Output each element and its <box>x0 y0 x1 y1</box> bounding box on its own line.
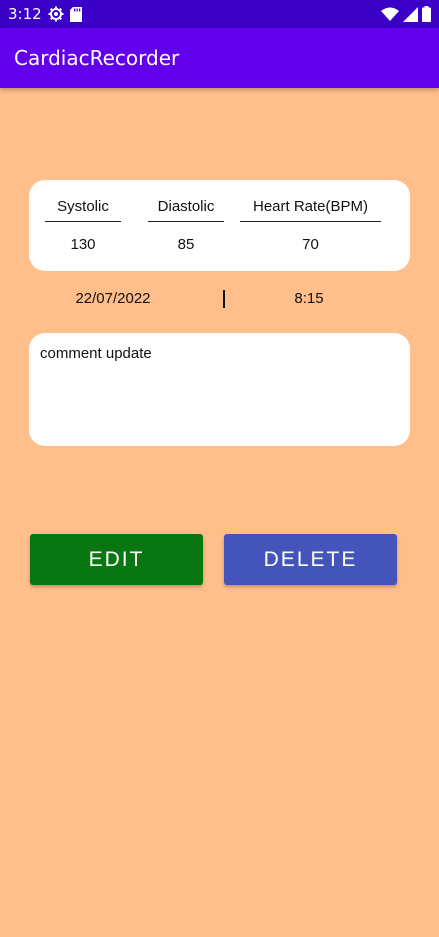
battery-icon <box>422 6 431 22</box>
comment-text: comment update <box>40 345 152 362</box>
heart-rate-label: Heart Rate(BPM) <box>252 198 369 215</box>
systolic-value: 130 <box>70 236 96 253</box>
diastolic-underline <box>148 221 224 222</box>
diastolic-value: 85 <box>177 236 195 253</box>
systolic-label: Systolic <box>57 198 109 215</box>
wifi-icon <box>381 7 399 22</box>
heart-rate-underline <box>240 221 381 222</box>
app-bar: CardiacRecorder <box>0 28 439 88</box>
status-time: 3:12 <box>8 5 42 23</box>
diastolic-column: Diastolic 85 <box>148 180 224 271</box>
systolic-underline <box>45 221 121 222</box>
record-date: 22/07/2022 <box>75 290 151 307</box>
status-left: 3:12 <box>8 5 82 23</box>
delete-button[interactable]: DELETE <box>224 534 397 585</box>
sd-card-icon <box>69 6 82 22</box>
edit-button[interactable]: EDIT <box>30 534 203 585</box>
gear-icon <box>48 6 64 22</box>
systolic-column: Systolic 130 <box>45 180 121 271</box>
app-title: CardiacRecorder <box>14 46 180 70</box>
heart-rate-column: Heart Rate(BPM) 70 <box>240 180 381 271</box>
status-bar: 3:12 <box>0 0 439 28</box>
heart-rate-value: 70 <box>302 236 319 253</box>
status-right <box>381 6 431 22</box>
record-time: 8:15 <box>294 290 324 307</box>
readings-card: Systolic 130 Diastolic 85 Heart Rate(BPM… <box>29 180 410 271</box>
diastolic-label: Diastolic <box>157 198 215 215</box>
date-time-divider <box>223 290 225 308</box>
signal-icon <box>403 6 418 22</box>
comment-box: comment update <box>29 333 410 446</box>
